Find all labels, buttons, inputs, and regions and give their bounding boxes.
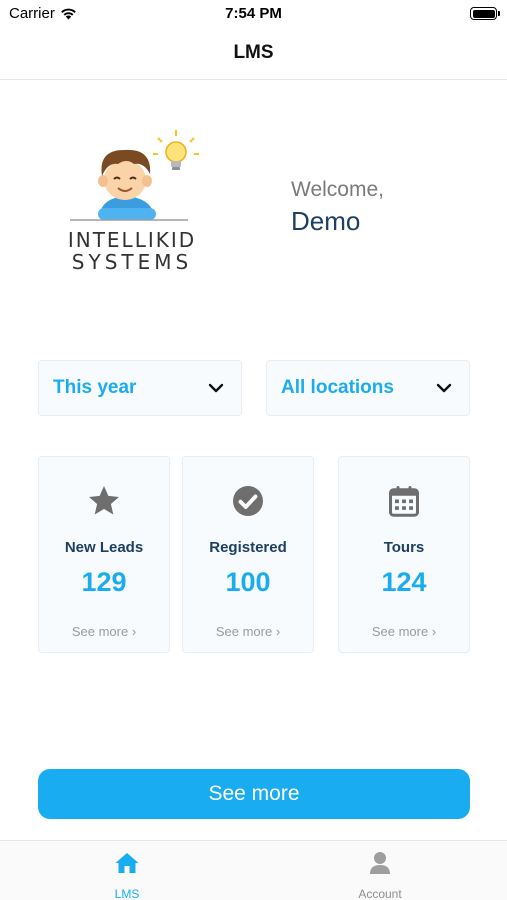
registered-card[interactable]: Registered 100 See more › bbox=[182, 456, 314, 653]
card-count: 124 bbox=[381, 567, 427, 597]
see-more-link[interactable]: See more › bbox=[39, 624, 169, 639]
logo-text-line2: SYSTEMS bbox=[71, 250, 193, 274]
star-icon bbox=[89, 486, 119, 515]
status-bar: Carrier 7:54 PM bbox=[0, 0, 507, 28]
tab-label: Account bbox=[358, 887, 402, 900]
new-leads-card[interactable]: New Leads 129 See more › bbox=[38, 456, 170, 653]
navigation-bar: LMS bbox=[0, 28, 507, 80]
calendar-icon bbox=[389, 486, 419, 517]
tab-label: LMS bbox=[114, 887, 140, 900]
check-circle-icon bbox=[233, 486, 263, 516]
chevron-down-icon bbox=[208, 383, 224, 393]
tab-account[interactable]: Account bbox=[320, 851, 440, 900]
tab-lms[interactable]: LMS bbox=[67, 851, 187, 900]
card-title: New Leads bbox=[64, 539, 144, 556]
intellikid-logo: INTELLIKID SYSTEMS bbox=[62, 128, 202, 278]
user-name: Demo bbox=[291, 206, 361, 236]
card-count: 100 bbox=[225, 567, 271, 597]
chevron-down-icon bbox=[436, 383, 452, 393]
period-dropdown[interactable]: This year bbox=[38, 360, 242, 416]
person-icon bbox=[370, 852, 390, 874]
tab-bar: LMS Account bbox=[0, 840, 507, 900]
see-more-link[interactable]: See more › bbox=[339, 624, 469, 639]
status-time: 7:54 PM bbox=[225, 5, 282, 22]
welcome-block: Welcome, Demo bbox=[291, 178, 384, 237]
location-selected-label: All locations bbox=[281, 377, 394, 398]
tours-card[interactable]: Tours 124 See more › bbox=[338, 456, 470, 653]
home-icon bbox=[115, 853, 139, 873]
page-title: LMS bbox=[233, 42, 274, 63]
logo-text-line1: INTELLIKID bbox=[67, 228, 197, 252]
card-title: Tours bbox=[383, 539, 425, 556]
card-title: Registered bbox=[209, 539, 287, 556]
location-dropdown[interactable]: All locations bbox=[266, 360, 470, 416]
period-selected-label: This year bbox=[53, 377, 137, 398]
welcome-label: Welcome, bbox=[291, 178, 384, 201]
see-more-button[interactable]: See more bbox=[38, 769, 470, 819]
card-count: 129 bbox=[81, 567, 127, 597]
see-more-link[interactable]: See more › bbox=[183, 624, 313, 639]
battery-icon bbox=[470, 7, 500, 20]
logo-mascot bbox=[70, 130, 199, 221]
